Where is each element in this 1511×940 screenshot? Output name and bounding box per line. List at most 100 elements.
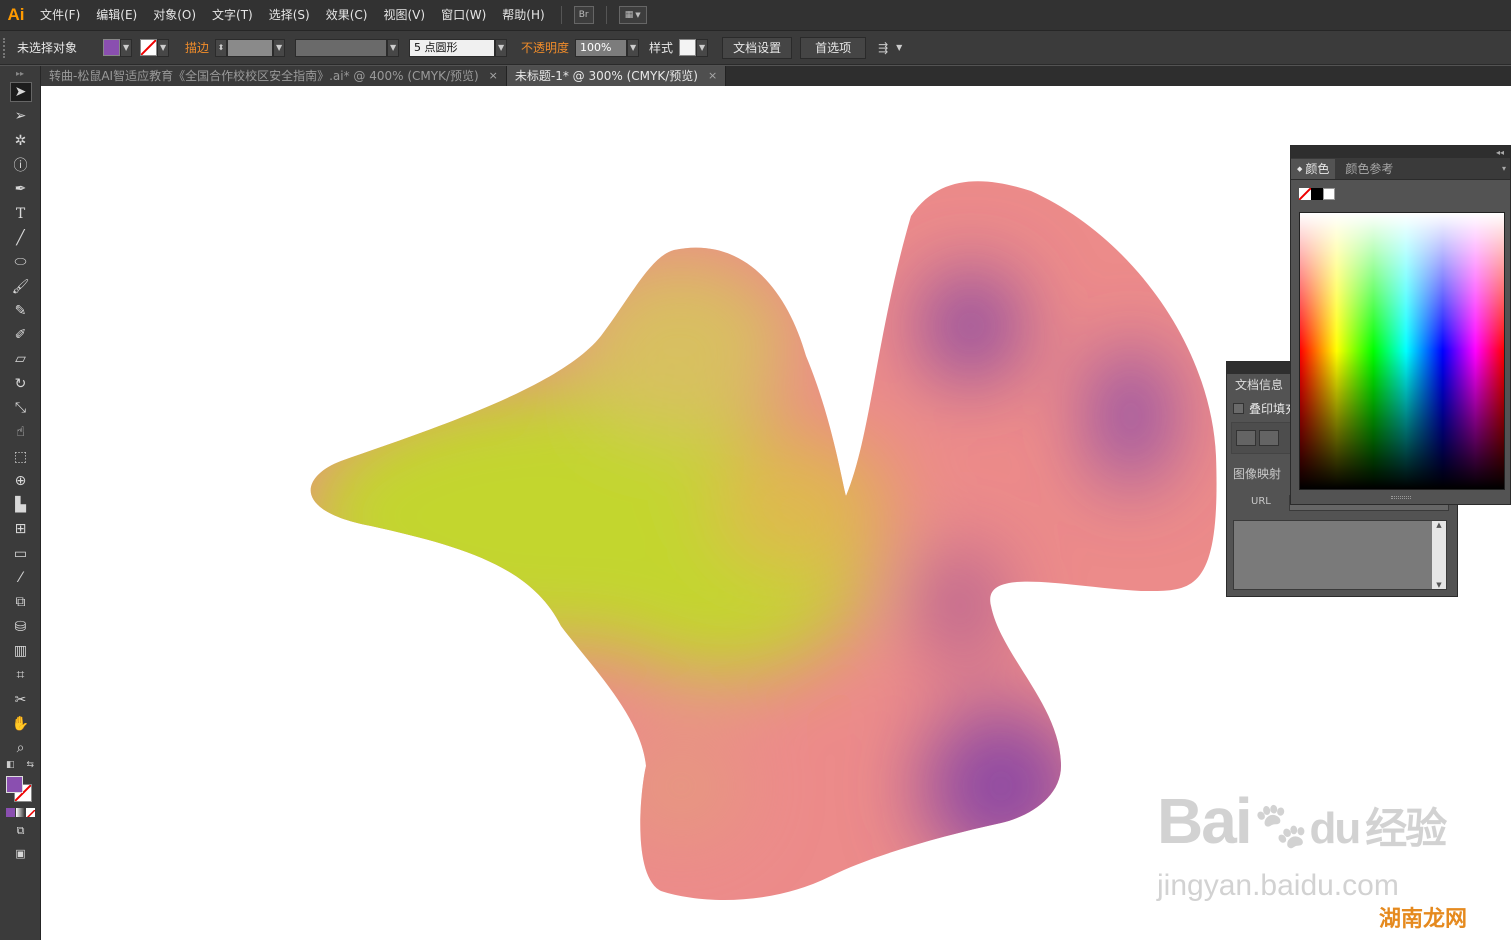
collapse-icon[interactable]: ◂◂ [1496, 148, 1504, 157]
black-swatch[interactable] [1311, 188, 1323, 200]
stroke-weight-dropdown[interactable]: ▼ [273, 38, 286, 57]
control-bar-grip[interactable] [3, 37, 11, 58]
menu-item[interactable]: 文字(T) [204, 0, 261, 31]
menu-item[interactable]: 窗口(W) [433, 0, 494, 31]
symbol-sprayer-tool[interactable]: ⛁ [0, 615, 41, 639]
chevron-down-icon[interactable]: ▼ [896, 43, 902, 52]
gradient-mode-button[interactable] [16, 808, 25, 818]
arrange-documents-button[interactable]: ▦ ▼ [618, 6, 647, 24]
opacity-dropdown[interactable]: ▼ [627, 38, 640, 57]
white-swatch[interactable] [1323, 188, 1335, 200]
free-transform-tool[interactable]: ⬚ [0, 444, 41, 468]
menu-item[interactable]: 编辑(E) [88, 0, 145, 31]
overprint-checkbox[interactable] [1233, 403, 1244, 414]
draw-mode-icon: ⧉ [16, 824, 25, 838]
fill-swatch[interactable] [103, 39, 121, 56]
slice-tool[interactable]: ✂ [0, 687, 41, 711]
preferences-button[interactable]: 首选项 [800, 36, 867, 59]
mesh-tool[interactable]: ⊞ [0, 517, 41, 541]
variable-width-profile[interactable] [295, 38, 388, 57]
menu-item[interactable]: 对象(O) [145, 0, 204, 31]
scroll-down-icon[interactable]: ▼ [1432, 581, 1446, 589]
color-panel-tabs: ◆ 颜色 颜色参考 ▾ [1291, 158, 1510, 180]
document-tab[interactable]: 未标题-1* @ 300% (CMYK/预览) × [506, 66, 727, 86]
baidu-du-text: du [1309, 804, 1362, 853]
menu-item[interactable]: 视图(V) [375, 0, 433, 31]
document-tab[interactable]: 转曲-松鼠AI智适应教育《全国合作校校区安全指南》.ai* @ 400% (CM… [41, 66, 507, 86]
color-panel-header[interactable]: ◂◂ [1291, 146, 1510, 158]
close-icon[interactable]: × [489, 66, 498, 86]
warp-tool[interactable]: ☝ [0, 420, 41, 444]
menu-item[interactable]: 帮助(H) [494, 0, 552, 31]
variable-width-dropdown[interactable]: ▼ [387, 38, 400, 57]
gradient-icon: ▭ [13, 545, 28, 562]
swap-colors-icon[interactable]: ⇆ [26, 760, 34, 776]
fill-dropdown[interactable]: ▼ [120, 38, 133, 57]
close-icon[interactable]: × [708, 66, 717, 86]
type-tool[interactable]: T [0, 201, 41, 225]
shape-builder-tool[interactable]: ⊕ [0, 469, 41, 493]
tab-color[interactable]: ◆ 颜色 [1291, 159, 1336, 179]
rotate-tool[interactable]: ↻ [0, 372, 41, 396]
align-options-icon[interactable]: ⇶ [878, 41, 888, 55]
arrow-icon: ➤ [9, 82, 32, 103]
pencil-icon: ✎ [14, 302, 27, 319]
opacity-field[interactable]: 100% [575, 38, 628, 57]
stroke-weight-field[interactable] [227, 38, 274, 57]
pen-tool[interactable]: ✒ [0, 177, 41, 201]
bridge-button[interactable]: Br [573, 6, 594, 24]
notes-textarea[interactable]: ▲ ▼ [1233, 520, 1447, 590]
color-spectrum[interactable] [1299, 212, 1505, 490]
document-setup-button[interactable]: 文档设置 [722, 36, 793, 59]
collapse-icon[interactable]: ▸▸ [0, 66, 40, 80]
swap-default-row: ◧ ⇆ [0, 760, 40, 776]
none-mode-button[interactable] [26, 808, 35, 818]
eraser-tool[interactable]: ▱ [0, 347, 41, 371]
menu-item[interactable]: 文件(F) [32, 0, 88, 31]
style-dropdown[interactable]: ▼ [696, 38, 709, 57]
menu-item[interactable]: 选择(S) [261, 0, 318, 31]
draw-mode-button[interactable]: ⧉ [0, 820, 41, 842]
brush-definition[interactable]: 5 点圆形 [409, 38, 496, 57]
blob-brush-tool[interactable]: ✐ [0, 323, 41, 347]
perspective-grid-tool[interactable]: ▙ [0, 493, 41, 517]
opacity-label[interactable]: 不透明度 [515, 39, 575, 56]
stroke-label[interactable]: 描边 [179, 39, 215, 56]
eyedropper-tool[interactable]: ⁄ [0, 566, 41, 590]
color-mode-button[interactable] [6, 808, 15, 818]
gradient-tool[interactable]: ▭ [0, 542, 41, 566]
hand-tool[interactable]: ✋ [0, 712, 41, 736]
direct-selection-tool[interactable]: ➢ [0, 104, 41, 128]
panel-menu-icon[interactable]: ▾ [1502, 159, 1510, 179]
notes-scrollbar[interactable]: ▲ ▼ [1432, 521, 1446, 589]
zoom-tool[interactable]: ⌕ [0, 736, 41, 760]
brush-dropdown[interactable]: ▼ [495, 38, 508, 57]
ellipse-tool[interactable]: ⬭ [0, 250, 41, 274]
lasso-tool[interactable]: ⓘ [0, 153, 41, 177]
menu-item[interactable]: 效果(C) [318, 0, 376, 31]
pencil-tool[interactable]: ✎ [0, 299, 41, 323]
stroke-swatch[interactable] [140, 39, 158, 56]
screen-mode-button[interactable]: ▣ [0, 842, 41, 864]
document-info-tab[interactable]: 文档信息 [1227, 374, 1292, 396]
style-swatch[interactable] [679, 39, 697, 56]
paintbrush-tool[interactable]: 🖌︎ [0, 274, 41, 298]
scale-tool[interactable]: ⤡ [0, 396, 41, 420]
none-swatch[interactable] [1299, 188, 1311, 200]
stroke-dropdown[interactable]: ▼ [157, 38, 170, 57]
artboard-tool[interactable]: ⌗ [0, 663, 41, 687]
docinfo-button-1[interactable] [1236, 430, 1256, 446]
column-graph-tool[interactable]: ▥ [0, 639, 41, 663]
selection-tool[interactable]: ➤ [0, 80, 41, 104]
default-colors-icon[interactable]: ◧ [6, 760, 15, 776]
stroke-weight-stepper[interactable]: ⬍ [215, 38, 228, 57]
line-tool[interactable]: ╱ [0, 226, 41, 250]
docinfo-button-2[interactable] [1259, 430, 1279, 446]
magic-wand-tool[interactable]: ✲ [0, 129, 41, 153]
fill-proxy[interactable] [6, 776, 23, 794]
resize-grip[interactable] [1291, 496, 1510, 502]
tab-color-guide[interactable]: 颜色参考 [1335, 159, 1403, 179]
scroll-up-icon[interactable]: ▲ [1432, 521, 1446, 529]
symbol-sprayer-icon: ⛁ [14, 618, 27, 635]
blend-tool[interactable]: ⧉ [0, 590, 41, 614]
